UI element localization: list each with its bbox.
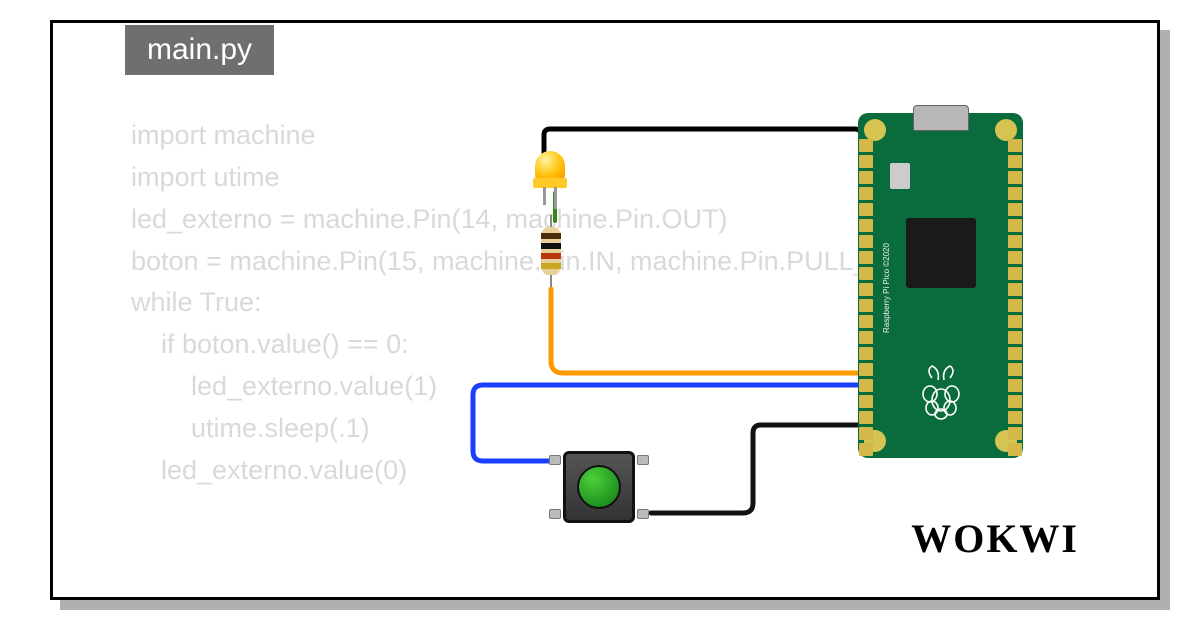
- gpio-pin: [859, 187, 873, 200]
- gpio-pin: [1008, 283, 1022, 296]
- gpio-pin: [1008, 299, 1022, 312]
- main-card: main.py import machine import utime led_…: [50, 20, 1160, 600]
- button-pin-tl: [549, 455, 561, 465]
- gpio-pin: [1008, 203, 1022, 216]
- gpio-pin: [1008, 331, 1022, 344]
- file-tab[interactable]: main.py: [125, 25, 274, 75]
- gpio-pin: [859, 315, 873, 328]
- gpio-pin: [859, 283, 873, 296]
- raspberry-pi-pico[interactable]: Raspberry Pi Pico ©2020: [858, 113, 1023, 458]
- gpio-pin: [859, 251, 873, 264]
- led-anode-leg: [543, 187, 546, 205]
- gpio-pin: [859, 139, 873, 152]
- gpio-pin: [1008, 315, 1022, 328]
- led-cathode-leg: [554, 187, 557, 209]
- pin-column-right: [1008, 139, 1022, 456]
- gpio-pin: [1008, 235, 1022, 248]
- gpio-pin: [859, 203, 873, 216]
- resistor[interactable]: [541, 215, 561, 287]
- led-yellow[interactable]: [535, 151, 565, 189]
- gpio-pin: [1008, 171, 1022, 184]
- gpio-pin: [859, 379, 873, 392]
- gpio-pin: [1008, 395, 1022, 408]
- gpio-pin: [1008, 347, 1022, 360]
- led-base: [533, 178, 567, 188]
- gpio-pin: [859, 219, 873, 232]
- gpio-pin: [859, 427, 873, 440]
- button-cap: [577, 465, 621, 509]
- gpio-pin: [859, 395, 873, 408]
- mount-hole-icon: [864, 119, 886, 141]
- gpio-pin: [1008, 363, 1022, 376]
- gpio-pin: [859, 155, 873, 168]
- gpio-pin: [859, 267, 873, 280]
- usb-connector-icon: [913, 105, 969, 131]
- gpio-pin: [1008, 267, 1022, 280]
- gpio-pin: [859, 347, 873, 360]
- board-label: Raspberry Pi Pico ©2020: [882, 243, 891, 333]
- resistor-band-2: [541, 243, 561, 249]
- pin-column-left: [859, 139, 873, 456]
- resistor-body: [541, 227, 561, 275]
- resistor-band-4: [541, 263, 561, 269]
- gpio-pin: [859, 443, 873, 456]
- push-button[interactable]: [553, 441, 645, 533]
- gpio-pin: [859, 331, 873, 344]
- gpio-pin: [1008, 379, 1022, 392]
- circuit-diagram[interactable]: Raspberry Pi Pico ©2020: [423, 113, 1023, 553]
- button-pin-tr: [637, 455, 649, 465]
- rp2040-chip-icon: [906, 218, 976, 288]
- gpio-pin: [859, 171, 873, 184]
- gpio-pin: [859, 299, 873, 312]
- gpio-pin: [1008, 251, 1022, 264]
- gpio-pin: [1008, 411, 1022, 424]
- gpio-pin: [1008, 427, 1022, 440]
- gpio-pin: [859, 235, 873, 248]
- bootsel-button[interactable]: [890, 163, 910, 189]
- button-pin-br: [637, 509, 649, 519]
- gpio-pin: [859, 363, 873, 376]
- gpio-pin: [859, 411, 873, 424]
- gpio-pin: [1008, 187, 1022, 200]
- wokwi-logo: WOKWI: [911, 515, 1079, 562]
- resistor-band-3: [541, 253, 561, 259]
- raspberry-logo-icon: [918, 364, 964, 420]
- gpio-pin: [1008, 139, 1022, 152]
- gpio-pin: [1008, 219, 1022, 232]
- resistor-band-1: [541, 233, 561, 239]
- gpio-pin: [1008, 443, 1022, 456]
- mount-hole-icon: [995, 119, 1017, 141]
- led-dome: [535, 151, 565, 181]
- button-pin-bl: [549, 509, 561, 519]
- gpio-pin: [1008, 155, 1022, 168]
